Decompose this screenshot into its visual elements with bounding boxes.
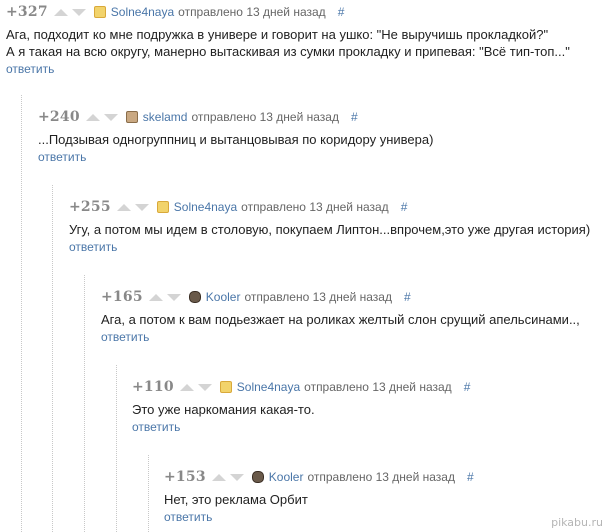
comment-line: Это уже наркомания какая-то. xyxy=(132,402,315,417)
avatar[interactable] xyxy=(251,471,264,483)
downvote-icon[interactable] xyxy=(71,8,86,16)
comment-text: Нет, это реклама Орбит xyxy=(164,491,607,508)
upvote-icon[interactable] xyxy=(53,8,68,16)
avatar[interactable] xyxy=(93,6,106,18)
author-link[interactable]: skelamd xyxy=(143,110,188,124)
comment: +153 Kooler отправлено 13 дней назад # Н… xyxy=(164,467,607,526)
comment-header: +255 Solne4naya отправлено 13 дней назад… xyxy=(69,197,607,217)
comment-line: Нет, это реклама Орбит xyxy=(164,492,308,507)
sent-time: отправлено 13 дней назад xyxy=(304,380,452,394)
comment-line: Угу, а потом мы идем в столовую, покупае… xyxy=(69,222,591,237)
comment: +255 Solne4naya отправлено 13 дней назад… xyxy=(69,197,607,256)
sent-time: отправлено 13 дней назад xyxy=(191,110,339,124)
permalink-hash[interactable]: # xyxy=(404,290,411,304)
comment: +240 skelamd отправлено 13 дней назад # … xyxy=(38,107,607,166)
reply-link[interactable]: ответить xyxy=(101,330,149,344)
downvote-icon[interactable] xyxy=(166,293,181,301)
avatar[interactable] xyxy=(156,201,169,213)
comment: +165 Kooler отправлено 13 дней назад # А… xyxy=(101,287,607,346)
comment-text: Это уже наркомания какая-то. xyxy=(132,401,607,418)
downvote-icon[interactable] xyxy=(197,383,212,391)
comment-header: +240 skelamd отправлено 13 дней назад # xyxy=(38,107,607,127)
comment-score: +327 xyxy=(6,4,48,20)
permalink-hash[interactable]: # xyxy=(464,380,471,394)
downvote-icon[interactable] xyxy=(134,203,149,211)
sent-time: отправлено 13 дней назад xyxy=(241,200,389,214)
downvote-icon[interactable] xyxy=(103,113,118,121)
comment: +110 Solne4naya отправлено 13 дней назад… xyxy=(132,377,607,436)
author-link[interactable]: Kooler xyxy=(269,470,304,484)
upvote-icon[interactable] xyxy=(85,113,100,121)
sent-time: отправлено 13 дней назад xyxy=(307,470,455,484)
comment-score: +240 xyxy=(38,109,80,125)
upvote-icon[interactable] xyxy=(148,293,163,301)
reply-link[interactable]: ответить xyxy=(69,240,117,254)
reply-link[interactable]: ответить xyxy=(6,62,54,76)
permalink-hash[interactable]: # xyxy=(401,200,408,214)
reply-link[interactable]: ответить xyxy=(38,150,86,164)
comment-text: Ага, подходит ко мне подружка в универе … xyxy=(6,26,607,60)
comment-score: +110 xyxy=(132,379,174,395)
permalink-hash[interactable]: # xyxy=(351,110,358,124)
sent-time: отправлено 13 дней назад xyxy=(244,290,392,304)
comment-line: А я такая на всю округу, манерно вытаски… xyxy=(6,44,570,59)
comment: +327 Solne4naya отправлено 13 дней назад… xyxy=(6,2,607,78)
comment-score: +153 xyxy=(164,469,206,485)
author-link[interactable]: Solne4naya xyxy=(111,5,174,19)
author-link[interactable]: Solne4naya xyxy=(237,380,300,394)
upvote-icon[interactable] xyxy=(179,383,194,391)
comment-header: +165 Kooler отправлено 13 дней назад # xyxy=(101,287,607,307)
avatar[interactable] xyxy=(125,111,138,123)
comment-text: ...Подзывая одногруппниц и вытанцовывая … xyxy=(38,131,607,148)
thread-line xyxy=(21,95,23,532)
thread-line xyxy=(84,275,86,532)
thread-line xyxy=(148,455,150,532)
comment-text: Ага, а потом к вам подьезжает на роликах… xyxy=(101,311,607,328)
author-link[interactable]: Kooler xyxy=(206,290,241,304)
downvote-icon[interactable] xyxy=(229,473,244,481)
permalink-hash[interactable]: # xyxy=(467,470,474,484)
avatar[interactable] xyxy=(219,381,232,393)
thread-line xyxy=(116,365,118,532)
comment-line: Ага, подходит ко мне подружка в универе … xyxy=(6,27,549,42)
author-link[interactable]: Solne4naya xyxy=(174,200,237,214)
comment-score: +255 xyxy=(69,199,111,215)
reply-link[interactable]: ответить xyxy=(132,420,180,434)
comment-line: Ага, а потом к вам подьезжает на роликах… xyxy=(101,312,580,327)
comment-text: Угу, а потом мы идем в столовую, покупае… xyxy=(69,221,607,238)
comment-header: +327 Solne4naya отправлено 13 дней назад… xyxy=(6,2,607,22)
comment-line: ...Подзывая одногруппниц и вытанцовывая … xyxy=(38,132,434,147)
reply-link[interactable]: ответить xyxy=(164,510,212,524)
upvote-icon[interactable] xyxy=(211,473,226,481)
upvote-icon[interactable] xyxy=(116,203,131,211)
comment-header: +110 Solne4naya отправлено 13 дней назад… xyxy=(132,377,607,397)
permalink-hash[interactable]: # xyxy=(338,5,345,19)
avatar[interactable] xyxy=(188,291,201,303)
comment-header: +153 Kooler отправлено 13 дней назад # xyxy=(164,467,607,487)
sent-time: отправлено 13 дней назад xyxy=(178,5,326,19)
site-watermark: pikabu.ru xyxy=(551,516,603,529)
thread-line xyxy=(52,185,54,532)
comment-score: +165 xyxy=(101,289,143,305)
